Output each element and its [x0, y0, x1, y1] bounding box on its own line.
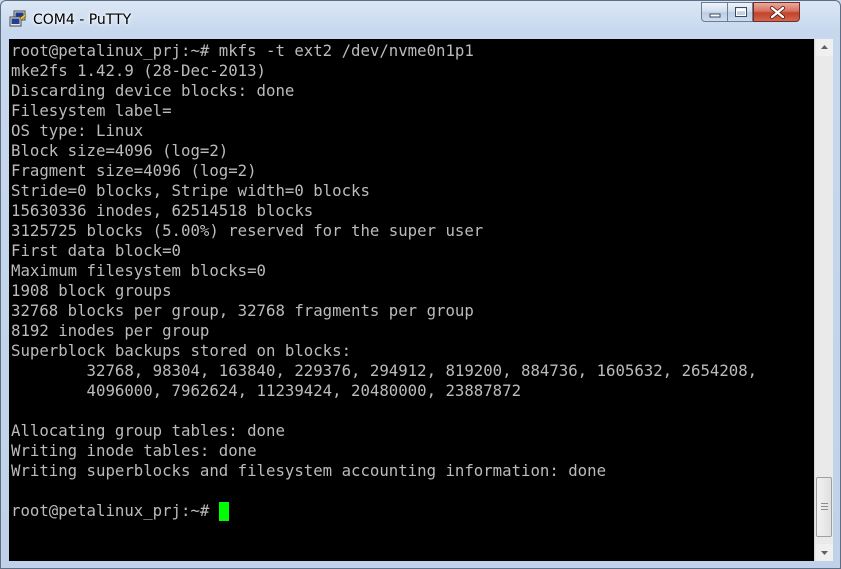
putty-window: COM4 - PuTTY root@petalinux_prj:~# mkfs … [0, 0, 841, 569]
terminal-line: 1908 block groups [11, 281, 172, 300]
maximize-icon [735, 7, 747, 17]
terminal-line: Block size=4096 (log=2) [11, 141, 229, 160]
title-bar[interactable]: COM4 - PuTTY [1, 1, 840, 38]
minimize-button[interactable] [701, 2, 728, 22]
terminal-line: 32768, 98304, 163840, 229376, 294912, 81… [11, 361, 758, 380]
minimize-icon [709, 13, 721, 18]
terminal-line: Discarding device blocks: done [11, 81, 295, 100]
terminal-line: 4096000, 7962624, 11239424, 20480000, 23… [11, 381, 522, 400]
terminal-line: Maximum filesystem blocks=0 [11, 261, 267, 280]
terminal-line: First data block=0 [11, 241, 182, 260]
terminal-line: Writing inode tables: done [11, 441, 257, 460]
terminal-line: 32768 blocks per group, 32768 fragments … [11, 301, 474, 320]
putty-terminal-icon[interactable] [9, 10, 27, 28]
scroll-up-arrow-icon [821, 45, 828, 49]
scroll-down-button[interactable] [816, 544, 833, 561]
thumb-grip-line [821, 503, 828, 504]
close-button[interactable] [753, 2, 800, 22]
terminal-line: Superblock backups stored on blocks: [11, 341, 352, 360]
terminal-line: Fragment size=4096 (log=2) [11, 161, 257, 180]
terminal-line: Writing superblocks and filesystem accou… [11, 461, 607, 480]
terminal-line: 3125725 blocks (5.00%) reserved for the … [11, 221, 484, 240]
terminal-line: root@petalinux_prj:~# mkfs -t ext2 /dev/… [11, 41, 474, 60]
terminal-line: mke2fs 1.42.9 (28-Dec-2013) [11, 61, 267, 80]
close-icon [770, 6, 785, 19]
terminal-line: Filesystem label= [11, 101, 172, 120]
terminal-cursor [218, 502, 229, 521]
terminal-screen[interactable]: root@petalinux_prj:~# mkfs -t ext2 /dev/… [9, 39, 814, 561]
shell-prompt: root@petalinux_prj:~# [11, 501, 219, 520]
vertical-scrollbar[interactable] [814, 39, 833, 561]
thumb-grip-line [821, 509, 828, 510]
terminal-line: Stride=0 blocks, Stripe width=0 blocks [11, 181, 370, 200]
terminal-line: 8192 inodes per group [11, 321, 210, 340]
scrollbar-thumb[interactable] [816, 477, 832, 537]
scroll-up-button[interactable] [816, 39, 833, 56]
terminal-line: Allocating group tables: done [11, 421, 285, 440]
maximize-button[interactable] [727, 2, 753, 22]
scroll-down-arrow-icon [821, 551, 828, 555]
window-title: COM4 - PuTTY [33, 12, 132, 28]
thumb-grip-line [821, 506, 828, 507]
terminal-line: 15630336 inodes, 62514518 blocks [11, 201, 314, 220]
terminal-line: OS type: Linux [11, 121, 144, 140]
